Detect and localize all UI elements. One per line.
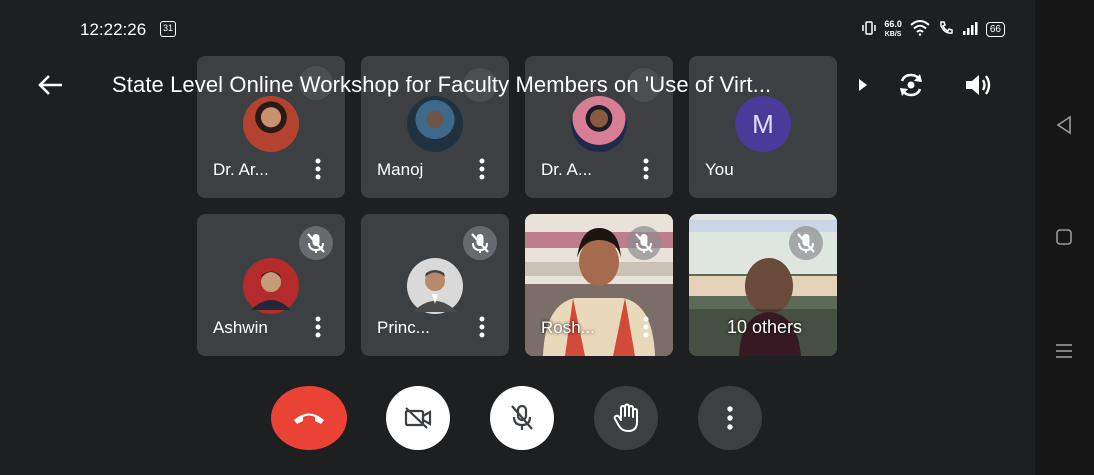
participant-name: Ashwin xyxy=(213,318,268,337)
mic-toggle-button[interactable] xyxy=(490,386,554,450)
switch-camera-icon[interactable] xyxy=(896,70,926,100)
network-speed: 66.0 KB/S xyxy=(884,19,902,39)
mic-off-icon xyxy=(627,226,661,260)
participant-name: You xyxy=(705,160,734,179)
arrow-left-icon[interactable] xyxy=(36,70,66,100)
phone-hangup-icon xyxy=(294,413,324,424)
more-vert-icon[interactable] xyxy=(315,158,321,180)
nav-home-icon[interactable] xyxy=(1056,229,1072,245)
vibrate-icon xyxy=(862,21,877,38)
status-bar: 12:22:26 31 66.0 KB/S 66 xyxy=(80,18,1005,42)
more-options-button[interactable] xyxy=(698,386,762,450)
more-vert-icon[interactable] xyxy=(643,158,649,180)
nav-back-icon[interactable] xyxy=(1055,115,1073,135)
status-icons: 66.0 KB/S 66 xyxy=(862,20,1005,39)
call-signal-icon xyxy=(938,20,954,39)
others-count: 10 others xyxy=(727,317,803,337)
participant-name: Manoj xyxy=(377,160,424,179)
chevron-right-icon[interactable] xyxy=(856,76,870,94)
mic-off-icon xyxy=(299,226,333,260)
more-vert-icon[interactable] xyxy=(479,316,485,338)
meeting-title[interactable]: State Level Online Workshop for Faculty … xyxy=(112,72,771,98)
camera-off-icon xyxy=(404,407,432,429)
calendar-icon: 31 xyxy=(160,21,176,37)
hand-icon xyxy=(613,403,638,432)
participant-name: Rosh... xyxy=(541,318,595,337)
participant-name: Dr. A... xyxy=(541,160,593,179)
avatar xyxy=(243,258,299,314)
meeting-header: State Level Online Workshop for Faculty … xyxy=(0,62,1035,108)
mic-off-icon xyxy=(789,226,823,260)
speaker-icon[interactable] xyxy=(962,70,994,100)
signal-icon xyxy=(962,21,978,38)
mic-off-icon xyxy=(511,404,533,430)
camera-toggle-button[interactable] xyxy=(386,386,450,450)
status-time: 12:22:26 xyxy=(80,20,147,39)
raise-hand-button[interactable] xyxy=(594,386,658,450)
nav-recents-icon[interactable] xyxy=(1055,343,1073,359)
participant-name: Princ... xyxy=(377,318,430,337)
system-navigation-bar xyxy=(1035,0,1094,475)
battery-icon: 66 xyxy=(985,22,1005,37)
more-vert-icon[interactable] xyxy=(643,316,649,338)
participant-tile[interactable]: Princ... xyxy=(361,214,509,356)
more-vert-icon[interactable] xyxy=(479,158,485,180)
avatar xyxy=(407,258,463,314)
mic-off-icon xyxy=(463,226,497,260)
others-tile[interactable]: 10 others xyxy=(689,214,837,356)
participant-name: Dr. Ar... xyxy=(213,160,269,179)
participant-tile[interactable]: Ashwin xyxy=(197,214,345,356)
more-vert-icon xyxy=(727,406,733,430)
participant-video-tile[interactable]: Rosh... xyxy=(525,214,673,356)
more-vert-icon[interactable] xyxy=(315,316,321,338)
meet-call-screen: 12:22:26 31 66.0 KB/S 66 Dr. Ar... Manoj… xyxy=(0,0,1035,475)
wifi-icon xyxy=(910,20,930,39)
end-call-button[interactable] xyxy=(271,386,347,450)
